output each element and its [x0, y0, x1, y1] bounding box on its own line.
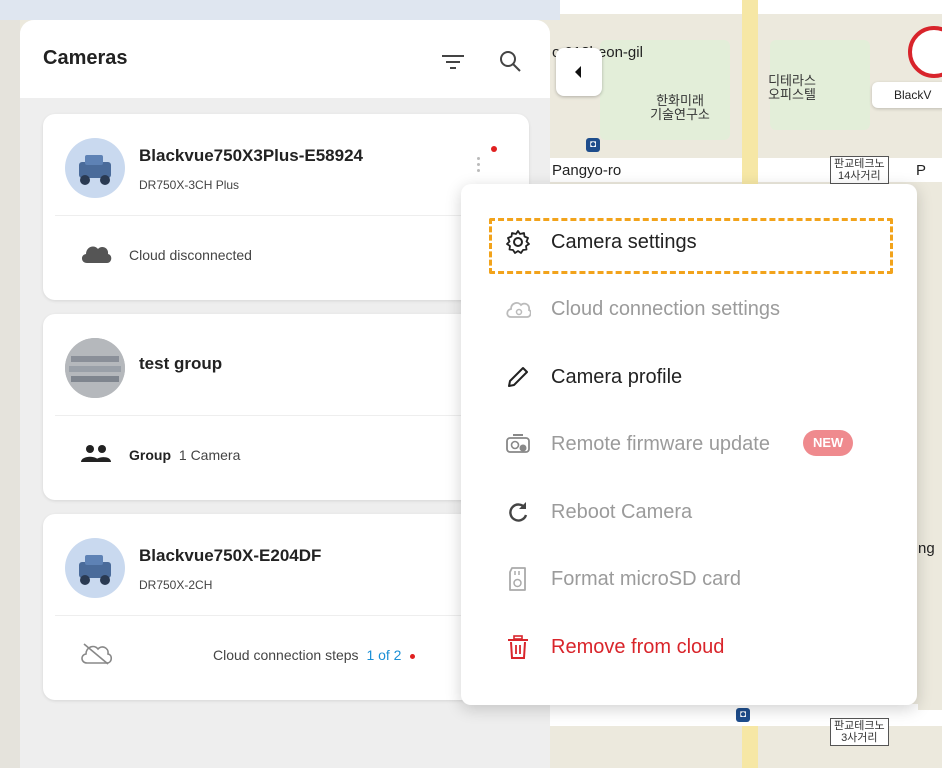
menu-item-label: Cloud connection settings	[551, 298, 781, 320]
map-edge-label: ng	[918, 540, 935, 557]
group-info: Group 1 Camera	[129, 447, 240, 463]
sd-card-icon	[509, 567, 526, 591]
firmware-icon	[506, 434, 530, 453]
alert-dot	[491, 146, 497, 152]
menu-item-label: Camera settings	[551, 231, 697, 253]
caret-left-icon	[575, 66, 581, 78]
divider	[55, 615, 517, 616]
map-building-label: 한화미래 기술연구소	[650, 93, 710, 122]
panel-header: Cameras	[20, 20, 550, 98]
camera-card[interactable]: Blackvue750X-E204DF DR750X-2CH Cloud con…	[43, 514, 529, 700]
group-type-label: Group	[129, 447, 171, 463]
camera-model: DR750X-3CH Plus	[139, 178, 240, 192]
search-icon[interactable]	[498, 49, 522, 73]
marker-label: BlackV	[894, 88, 932, 102]
group-photo-icon	[65, 338, 125, 398]
camera-map-marker[interactable]: BlackV	[872, 22, 942, 110]
menu-item-label: Format microSD card	[551, 568, 742, 590]
menu-item-label: Reboot Camera	[551, 501, 693, 523]
group-avatar	[65, 338, 125, 398]
more-options-icon[interactable]	[473, 154, 483, 178]
cloud-off-icon	[81, 643, 113, 665]
map-block	[918, 190, 942, 710]
menu-item-label: Camera profile	[551, 366, 683, 388]
metro-icon: ◘	[586, 138, 600, 152]
menu-item-label: Remote firmware update	[551, 433, 770, 455]
group-camera-count: 1 Camera	[178, 447, 241, 463]
pencil-icon	[508, 367, 528, 387]
camera-name: Blackvue750X-E204DF	[139, 546, 322, 565]
alert-dot	[410, 653, 416, 659]
camera-options-menu: Camera settings Cloud connection setting…	[461, 184, 917, 705]
camera-avatar	[65, 538, 125, 598]
car-icon	[79, 555, 111, 585]
cloud-steps: Cloud connection steps 1 of 2	[213, 647, 416, 663]
metro-icon: ◘	[736, 708, 750, 722]
cloud-status: Cloud disconnected	[129, 247, 252, 263]
trash-icon	[508, 635, 528, 659]
menu-item-label: Remove from cloud	[551, 636, 725, 658]
camera-model: DR750X-2CH	[139, 578, 213, 592]
cloud-filled-icon	[81, 246, 112, 263]
map-building-label: 디테라스 오피스텔	[768, 73, 816, 102]
group-icon	[81, 445, 111, 462]
new-badge: NEW	[803, 430, 854, 456]
map-road	[0, 0, 560, 20]
page-title: Cameras	[43, 47, 128, 69]
camera-avatar	[65, 138, 125, 198]
map-edge-label: P	[916, 162, 927, 179]
map-block	[0, 0, 20, 768]
filter-icon[interactable]	[440, 52, 466, 72]
marker-label-box: BlackV	[872, 82, 942, 108]
camera-name: Blackvue750X3Plus-E58924	[139, 146, 363, 165]
map-street-label: Pangyo-ro	[552, 162, 622, 179]
gear-icon	[506, 230, 530, 254]
camera-group-card[interactable]: test group Group 1 Camera	[43, 314, 529, 500]
cloud-steps-link[interactable]: 1 of 2	[366, 647, 401, 663]
divider	[55, 415, 517, 416]
collapse-panel-button[interactable]	[556, 48, 602, 96]
car-icon	[79, 155, 111, 185]
cloud-settings-icon	[506, 302, 531, 318]
cloud-steps-label: Cloud connection steps	[213, 647, 359, 663]
divider	[55, 215, 517, 216]
map-road-sign: 판교테크노 3사거리	[830, 718, 889, 746]
marker-ring	[908, 26, 942, 78]
camera-card[interactable]: Blackvue750X3Plus-E58924 DR750X-3CH Plus…	[43, 114, 529, 300]
reboot-icon	[509, 502, 528, 522]
map-road-sign: 판교테크노 14사거리	[830, 156, 889, 184]
group-name: test group	[139, 354, 223, 373]
